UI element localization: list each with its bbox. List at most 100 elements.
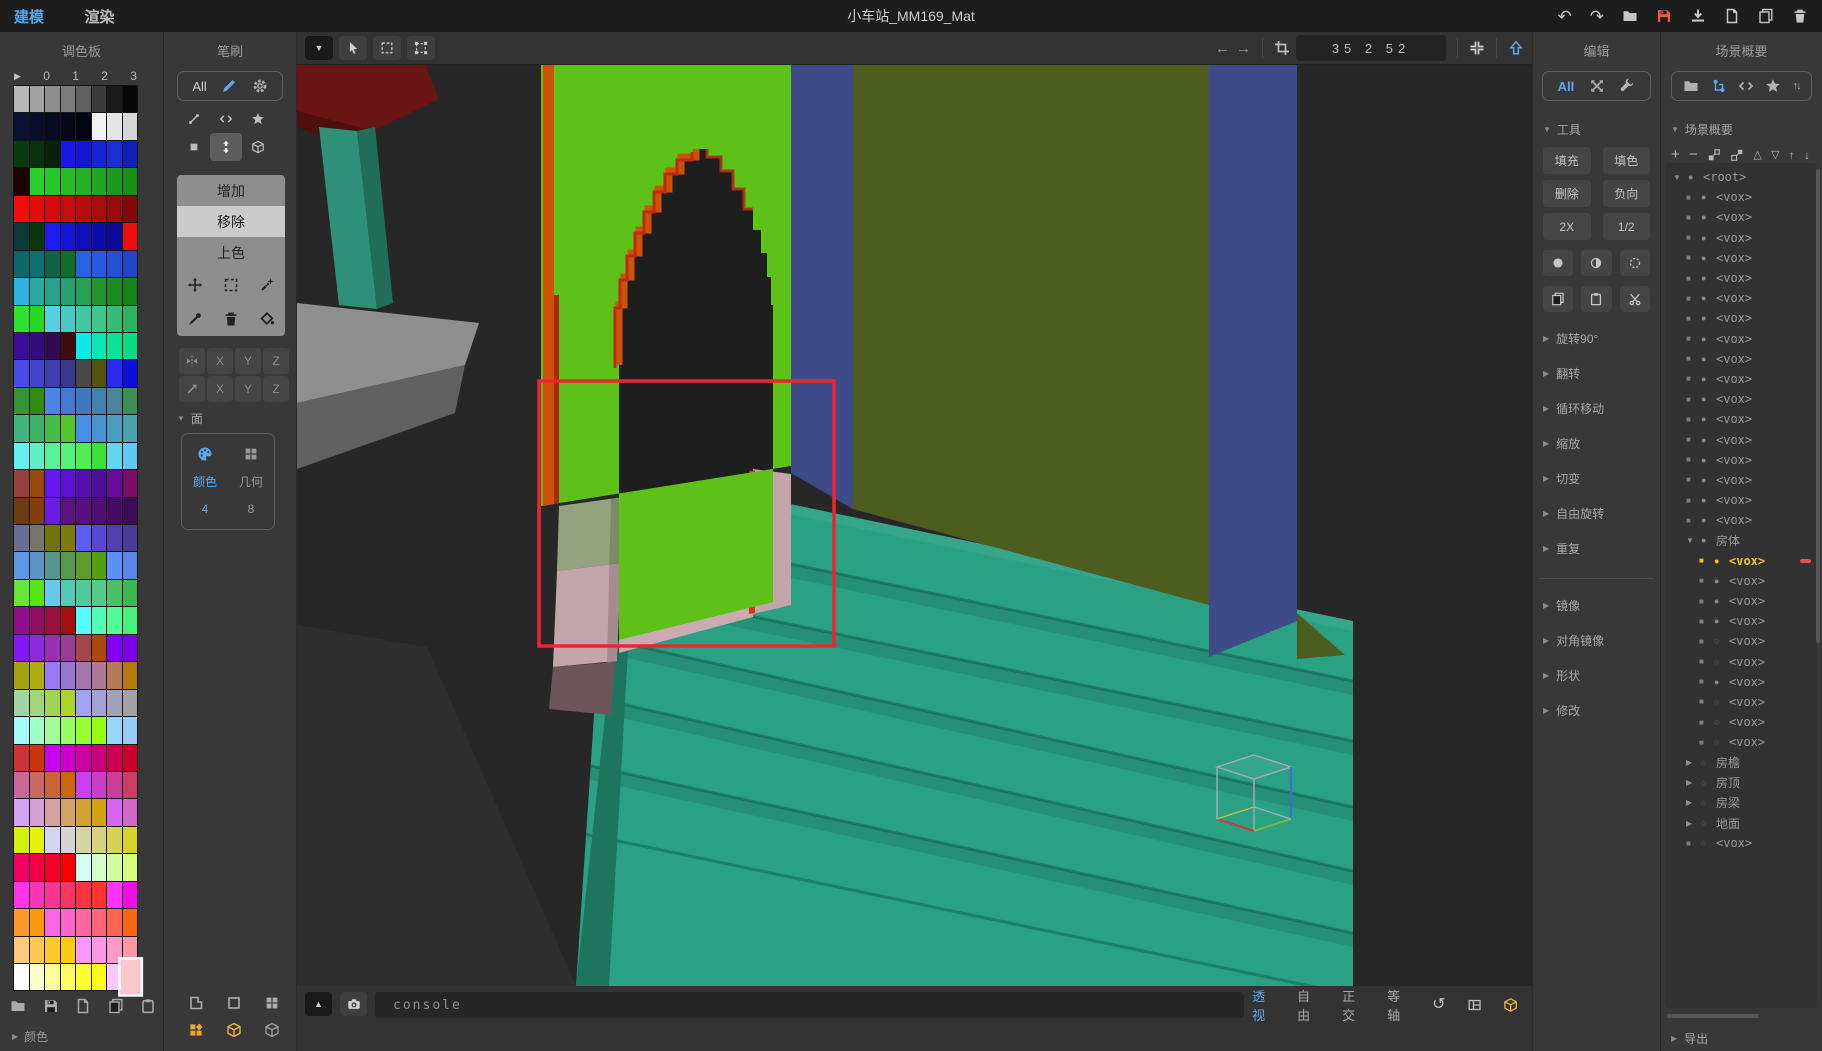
palette-swatch[interactable]	[123, 388, 138, 414]
palette-swatch[interactable]	[14, 552, 29, 578]
geometry-mode-label[interactable]: 几何	[239, 473, 263, 490]
palette-swatch[interactable]	[45, 251, 60, 277]
palette-swatch[interactable]	[61, 717, 76, 743]
palette-swatch[interactable]	[107, 251, 122, 277]
palette-swatch[interactable]	[123, 580, 138, 606]
palette-swatch[interactable]	[61, 498, 76, 524]
edit-button[interactable]: 填色	[1603, 147, 1651, 174]
palette-swatch[interactable]	[92, 690, 107, 716]
pattern-tool[interactable]	[210, 105, 242, 133]
palette-swatch[interactable]	[92, 470, 107, 496]
palette-swatch[interactable]	[107, 690, 122, 716]
tree-vox-row[interactable]: ■○<vox>	[1665, 833, 1817, 853]
palette-swatch[interactable]	[76, 909, 91, 935]
palette-swatch[interactable]	[30, 772, 45, 798]
palette-swatch[interactable]	[14, 306, 29, 332]
tree-vox-row[interactable]: ■○<vox>	[1665, 692, 1817, 712]
palette-swatch[interactable]	[107, 168, 122, 194]
palette-swatch[interactable]	[61, 690, 76, 716]
voxel-display-icon[interactable]	[226, 1022, 242, 1038]
palette-swatch[interactable]	[123, 141, 138, 167]
edit-section[interactable]: ▶旋转90°	[1543, 330, 1660, 347]
palette-open-icon[interactable]	[10, 998, 26, 1014]
pattern-display-icon[interactable]	[188, 1022, 204, 1038]
palette-swatch[interactable]	[92, 854, 107, 880]
palette-swatch[interactable]	[14, 196, 29, 222]
palette-swatch[interactable]	[107, 745, 122, 771]
palette-swatch[interactable]	[123, 607, 138, 633]
palette-swatch[interactable]	[76, 580, 91, 606]
geometry-mode-icon[interactable]	[243, 446, 259, 462]
tree-vox-row[interactable]: ■●<vox>	[1665, 308, 1817, 328]
palette-swatch[interactable]	[76, 415, 91, 441]
palette-swatch[interactable]	[45, 415, 60, 441]
palette-swatch[interactable]	[107, 333, 122, 359]
palette-swatch[interactable]	[61, 360, 76, 386]
palette-swatch[interactable]	[123, 909, 138, 935]
palette-swatch[interactable]	[76, 882, 91, 908]
palette-swatch[interactable]	[30, 745, 45, 771]
palette-swatch[interactable]	[123, 223, 138, 249]
palette-swatch[interactable]	[61, 113, 76, 139]
outline-mode-icon[interactable]	[226, 995, 242, 1011]
palette-swatch[interactable]	[45, 717, 60, 743]
gear-icon[interactable]	[252, 78, 268, 94]
axis-x[interactable]: X	[207, 376, 233, 402]
palette-swatch[interactable]	[61, 415, 76, 441]
palette-swatch[interactable]	[45, 552, 60, 578]
brush-mode[interactable]: 移除	[177, 206, 285, 237]
palette-swatch[interactable]	[123, 498, 138, 524]
palette-swatch[interactable]	[123, 882, 138, 908]
palette-swatch[interactable]	[30, 717, 45, 743]
tree-vox-row[interactable]: ■●<vox>	[1665, 389, 1817, 409]
palette-swatch[interactable]	[30, 251, 45, 277]
axis-z[interactable]: Z	[263, 348, 289, 374]
paste-button[interactable]	[1581, 286, 1611, 312]
palette-new-icon[interactable]	[75, 998, 91, 1014]
remove-node-icon[interactable]: −	[1689, 146, 1698, 163]
palette-swatch[interactable]	[123, 443, 138, 469]
palette-swatch[interactable]	[30, 909, 45, 935]
upload-icon[interactable]	[1508, 40, 1524, 56]
tree-vox-row[interactable]: ■●<vox>	[1665, 571, 1817, 591]
wireframe-display-icon[interactable]	[264, 1022, 280, 1038]
palette-swatch[interactable]	[92, 196, 107, 222]
edit-section[interactable]: ▶自由旋转	[1543, 505, 1660, 522]
palette-swatch[interactable]	[45, 113, 60, 139]
axis-z[interactable]: Z	[263, 376, 289, 402]
palette-swatch[interactable]	[45, 306, 60, 332]
palette-tab-1[interactable]: 1	[72, 69, 79, 83]
palette-swatch[interactable]	[107, 525, 122, 551]
rotate-view-icon[interactable]: ↺	[1432, 997, 1445, 1013]
palette-swatch[interactable]	[92, 745, 107, 771]
tree-vox-row[interactable]: ■●<vox>	[1665, 591, 1817, 611]
tree-vox-row[interactable]: ■●<vox>	[1665, 672, 1817, 692]
cube-view-icon[interactable]	[1503, 997, 1518, 1013]
palette-swatch[interactable]	[76, 360, 91, 386]
view-mode-正交[interactable]: 正交	[1342, 986, 1366, 1024]
tree-vox-row[interactable]: ■●<vox>	[1665, 551, 1817, 571]
eyedropper-icon[interactable]	[187, 311, 203, 327]
palette-swatch[interactable]	[30, 86, 45, 112]
tree-vox-row[interactable]: ■●<vox>	[1665, 207, 1817, 227]
palette-swatch[interactable]	[123, 113, 138, 139]
mirror-icon[interactable]	[179, 348, 205, 374]
palette-swatch[interactable]	[14, 86, 29, 112]
tab-render[interactable]: 渲染	[84, 9, 114, 26]
palette-swatch[interactable]	[92, 306, 107, 332]
palette-swatch[interactable]	[61, 607, 76, 633]
palette-swatch[interactable]	[14, 498, 29, 524]
palette-swatch[interactable]	[92, 278, 107, 304]
palette-swatch[interactable]	[14, 333, 29, 359]
tree-vox-row[interactable]: ■●<vox>	[1665, 510, 1817, 530]
erase-icon[interactable]	[223, 311, 239, 327]
palette-save-icon[interactable]	[43, 998, 59, 1014]
move-up-icon[interactable]: ↑	[1789, 148, 1795, 162]
palette-swatch[interactable]	[45, 882, 60, 908]
palette-tab-2[interactable]: 2	[101, 69, 108, 83]
palette-tab-0[interactable]: 0	[43, 69, 50, 83]
tree-vox-row[interactable]: ■○<vox>	[1665, 631, 1817, 651]
palette-swatch[interactable]	[107, 717, 122, 743]
palette-swatch[interactable]	[76, 141, 91, 167]
palette-swatch[interactable]	[92, 113, 107, 139]
